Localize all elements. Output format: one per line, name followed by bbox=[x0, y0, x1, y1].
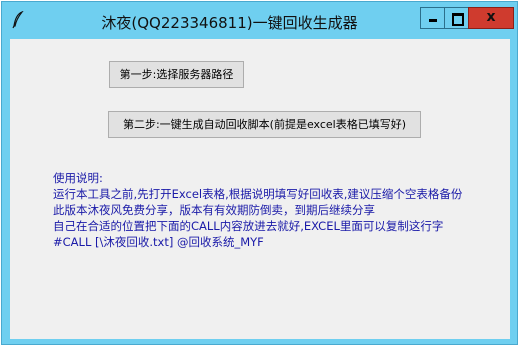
title-bar[interactable]: 沐夜(QQ223346811)一键回收生成器 x bbox=[2, 2, 517, 39]
client-area: 第一步:选择服务器路径 第二步:一键生成自动回收脚本(前提是excel表格已填写… bbox=[10, 39, 510, 339]
instructions-heading: 使用说明: bbox=[53, 171, 103, 185]
instruction-line: 运行本工具之前,先打开Excel表格,根据说明填写好回收表,建议压缩个空表格备份 bbox=[53, 187, 463, 201]
instruction-line: 此版本沐夜风免费分享，版本有有效期防倒卖，到期后继续分享 bbox=[53, 203, 375, 217]
minimize-button[interactable] bbox=[420, 7, 445, 29]
instructions-text: 使用说明: 运行本工具之前,先打开Excel表格,根据说明填写好回收表,建议压缩… bbox=[53, 170, 508, 250]
maximize-icon bbox=[452, 13, 464, 26]
feather-icon bbox=[11, 10, 25, 29]
generate-script-button[interactable]: 第二步:一键生成自动回收脚本(前提是excel表格已填写好) bbox=[108, 111, 421, 138]
select-server-path-button[interactable]: 第一步:选择服务器路径 bbox=[109, 61, 244, 88]
instruction-line: 自己在合适的位置把下面的CALL内容放进去就好,EXCEL里面可以复制这行字 bbox=[53, 219, 444, 233]
instruction-line: #CALL [\沐夜回收.txt] @回收系统_MYF bbox=[53, 235, 264, 249]
maximize-button[interactable] bbox=[444, 7, 469, 29]
app-window: 沐夜(QQ223346811)一键回收生成器 x 第一步:选择服务器路径 第二步… bbox=[1, 1, 518, 345]
close-icon: x bbox=[486, 9, 496, 25]
window-title: 沐夜(QQ223346811)一键回收生成器 bbox=[101, 14, 358, 32]
close-button[interactable]: x bbox=[468, 7, 514, 29]
minimize-icon bbox=[429, 19, 437, 22]
